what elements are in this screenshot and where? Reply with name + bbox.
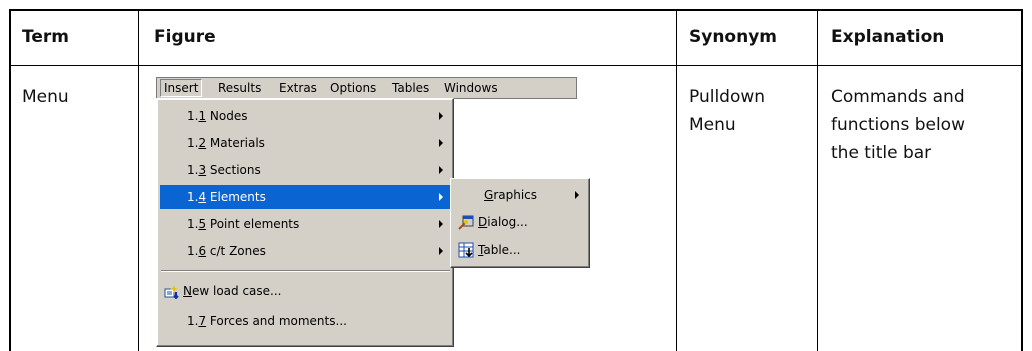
- table-header-divider: [9, 65, 1023, 66]
- menu-item-text: Materials: [206, 136, 265, 150]
- insert-dropdown: 1.1 Nodes 1.2 Materials 1.3 Sections 1.4 El…: [156, 98, 454, 347]
- menu-item-label: 1.2 Materials: [187, 131, 265, 155]
- menubar-item-results[interactable]: Results: [215, 80, 264, 96]
- menu-item-prefix: 1.: [187, 244, 199, 258]
- menu-item-prefix: 1.: [187, 136, 199, 150]
- menu-item-label: 1.1 Nodes: [187, 104, 247, 128]
- menu-item-prefix: 1.: [187, 163, 199, 177]
- mnemonic: D: [478, 215, 488, 229]
- submenu-arrow-icon: [439, 247, 443, 255]
- submenu-item-table[interactable]: Table...: [454, 237, 587, 263]
- submenu-arrow-icon: [439, 112, 443, 120]
- synonym-line: Pulldown: [689, 87, 766, 107]
- mnemonic: 1: [198, 109, 207, 123]
- elements-submenu: Graphics Dialog... Table...: [450, 178, 590, 268]
- menubar-item-options[interactable]: Options: [327, 80, 379, 96]
- explanation-line: Commands and: [831, 87, 965, 107]
- menu-item-prefix: 1.: [187, 109, 199, 123]
- menu-item-new-load-case[interactable]: New load case...: [160, 279, 451, 303]
- menubar-item-extras[interactable]: Extras: [276, 80, 320, 96]
- menu-item-text: c/t Zones: [206, 244, 266, 258]
- submenu-arrow-icon: [439, 139, 443, 147]
- submenu-arrow-icon: [439, 166, 443, 174]
- menu-bar: Insert Results Extras Options Tables Win…: [156, 77, 577, 99]
- menu-item[interactable]: 1.5 Point elements: [160, 212, 451, 236]
- submenu-arrow-icon: [439, 193, 443, 201]
- menu-item-label: 1.5 Point elements: [187, 212, 299, 236]
- menu-item[interactable]: 1.1 Nodes: [160, 104, 451, 128]
- menu-item-label: 1.6 c/t Zones: [187, 239, 266, 263]
- synonym-line: Menu: [689, 115, 736, 135]
- new-load-case-icon: [164, 285, 179, 299]
- menu-item-label: 1.3 Sections: [187, 158, 261, 182]
- menu-item-label: ew load case...: [191, 284, 282, 298]
- menu-item-prefix: 1.: [187, 314, 199, 328]
- mnemonic: 4: [198, 190, 207, 204]
- dialog-icon: [458, 215, 474, 230]
- menu-separator: [161, 270, 450, 272]
- menubar-item-tables[interactable]: Tables: [389, 80, 432, 96]
- table-col-divider-2: [676, 9, 677, 351]
- submenu-item-label: ialog...: [487, 215, 528, 229]
- menu-item[interactable]: 1.4 Elements: [160, 185, 451, 209]
- menu-item[interactable]: 1.6 c/t Zones: [160, 239, 451, 263]
- table-col-divider-1: [138, 9, 139, 351]
- cell-term: Menu: [22, 87, 69, 107]
- menu-item-label: Forces and moments...: [206, 314, 347, 328]
- mnemonic: 6: [198, 244, 207, 258]
- menubar-item-insert[interactable]: Insert: [160, 79, 203, 97]
- table-col-divider-3: [817, 9, 818, 351]
- menu-item-forces-and-moments[interactable]: 1.7 Forces and moments...: [160, 309, 451, 333]
- submenu-item-dialog[interactable]: Dialog...: [454, 209, 587, 235]
- menu-item-text: Elements: [206, 190, 266, 204]
- menubar-item-windows[interactable]: Windows: [441, 80, 501, 96]
- menu-item-label: 1.4 Elements: [187, 185, 266, 209]
- header-term: Term: [22, 27, 69, 47]
- menu-item-prefix: 1.: [187, 190, 199, 204]
- cell-synonym: Pulldown Menu: [689, 85, 765, 137]
- table-border-left: [9, 9, 11, 351]
- table-border-right: [1021, 9, 1023, 351]
- table-icon: [458, 242, 474, 258]
- menu-item[interactable]: 1.3 Sections: [160, 158, 451, 182]
- menu-item-text: Point elements: [206, 217, 300, 231]
- mnemonic: G: [484, 188, 494, 202]
- submenu-item-label: raphics: [493, 188, 538, 202]
- submenu-item-graphics[interactable]: Graphics: [454, 182, 587, 208]
- explanation-line: the title bar: [831, 143, 932, 163]
- mnemonic: 3: [198, 163, 207, 177]
- mnemonic: 5: [198, 217, 207, 231]
- menu-item-text: Nodes: [206, 109, 248, 123]
- menu-item[interactable]: 1.2 Materials: [160, 131, 451, 155]
- submenu-arrow-icon: [575, 191, 579, 199]
- submenu-arrow-icon: [439, 220, 443, 228]
- menu-item-prefix: 1.: [187, 217, 199, 231]
- explanation-line: functions below: [831, 115, 965, 135]
- mnemonic: 2: [198, 136, 207, 150]
- header-synonym: Synonym: [689, 27, 778, 47]
- menu-item-text: Sections: [206, 163, 261, 177]
- mnemonic: N: [183, 284, 192, 298]
- header-explanation: Explanation: [831, 27, 945, 47]
- cell-explanation: Commands and functions below the title b…: [831, 85, 965, 165]
- submenu-item-label: able...: [483, 243, 521, 257]
- mnemonic: 7: [198, 314, 207, 328]
- table-border-top: [9, 9, 1023, 11]
- header-figure: Figure: [154, 27, 216, 47]
